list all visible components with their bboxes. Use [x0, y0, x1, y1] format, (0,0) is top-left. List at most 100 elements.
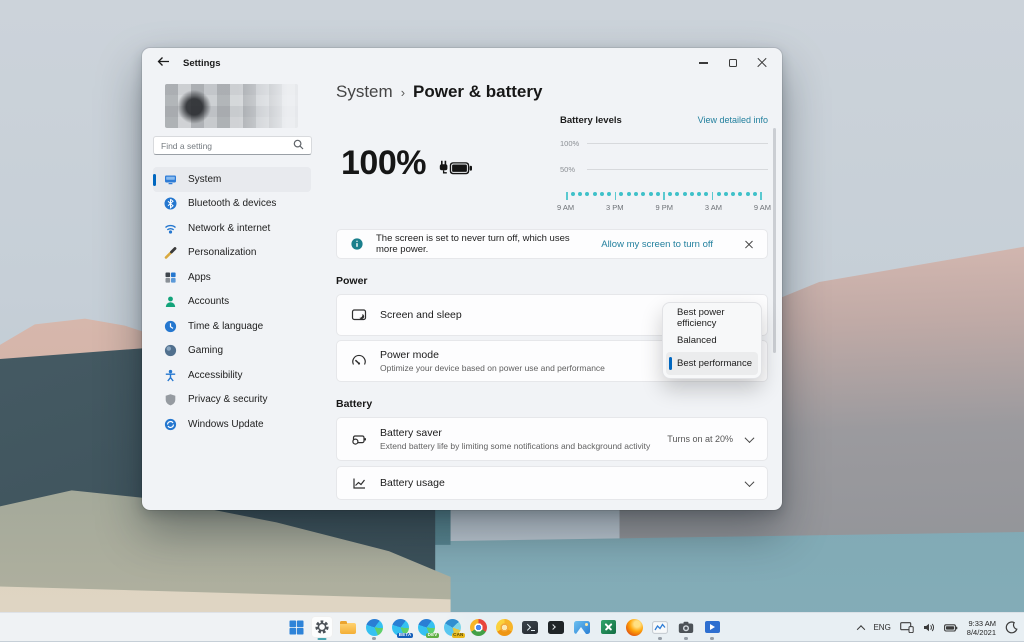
sidebar-item-network[interactable]: Network & internet: [153, 216, 311, 241]
row-battery-saver[interactable]: Battery saver Extend battery life by lim…: [336, 417, 768, 461]
focus-assist-moon-icon[interactable]: [1005, 621, 1018, 634]
sidebar-item-label: System: [188, 173, 222, 185]
banner-text: The screen is set to never turn off, whi…: [376, 233, 570, 255]
gear-icon: [315, 620, 329, 634]
edge-dev-badge: DEV: [426, 632, 439, 638]
tray-date: 8/4/2021: [966, 627, 996, 637]
row-title: Screen and sleep: [380, 309, 462, 321]
sidebar-item-label: Accounts: [188, 296, 230, 308]
sidebar-item-label: Privacy & security: [188, 394, 268, 406]
chrome-canary-icon: [495, 618, 513, 636]
photos-icon: [574, 620, 590, 634]
taskbar-terminal-button[interactable]: [519, 616, 541, 638]
taskbar-chrome-canary-button[interactable]: [493, 616, 515, 638]
back-icon[interactable]: [157, 54, 170, 72]
system-icon: [164, 173, 177, 186]
bluetooth-icon: [164, 197, 177, 210]
firefox-icon: [625, 618, 643, 636]
sidebar-item-time-language[interactable]: Time & language: [153, 314, 311, 339]
titlebar: Settings: [142, 48, 782, 78]
dropdown-option-best-performance[interactable]: Best performance: [666, 352, 758, 375]
sidebar-item-windows-update[interactable]: Windows Update: [153, 412, 311, 437]
taskbar-camera-button[interactable]: [675, 616, 697, 640]
update-icon: [164, 418, 177, 431]
sidebar-item-label: Accessibility: [188, 369, 243, 381]
search-input[interactable]: [161, 140, 293, 151]
page-title: Power & battery: [413, 82, 543, 101]
sidebar-item-bluetooth[interactable]: Bluetooth & devices: [153, 192, 311, 217]
sidebar-item-accessibility[interactable]: Accessibility: [153, 363, 311, 388]
sidebar-item-label: Windows Update: [188, 418, 264, 430]
person-icon: [164, 295, 177, 308]
dropdown-option-best-power-efficiency[interactable]: Best power efficiency: [666, 306, 758, 329]
dropdown-option-balanced[interactable]: Balanced: [666, 329, 758, 352]
taskbar-edge-dev-button[interactable]: DEV: [415, 616, 439, 638]
taskbar-edge-button[interactable]: [363, 616, 385, 640]
taskbar-file-explorer-button[interactable]: [337, 616, 359, 638]
scrollbar-thumb[interactable]: [773, 128, 776, 353]
windows-terminal-icon: [522, 620, 538, 634]
battery-x-axis: 9 AM 3 PM 9 PM 3 AM 9 AM: [557, 203, 771, 212]
breadcrumb-separator: ›: [400, 85, 406, 100]
wifi-icon: [164, 222, 177, 235]
speaker-icon[interactable]: [923, 622, 935, 633]
taskbar-movies-tv-button[interactable]: [701, 616, 723, 640]
taskbar-firefox-button[interactable]: [623, 616, 645, 638]
battery-plugged-icon: [439, 160, 472, 175]
sidebar-item-accounts[interactable]: Accounts: [153, 290, 311, 315]
battery-levels-title: Battery levels: [560, 115, 622, 126]
banner-action-link[interactable]: Allow my screen to turn off: [601, 239, 713, 250]
sidebar-item-apps[interactable]: Apps: [153, 265, 311, 290]
task-manager-icon: [652, 620, 668, 634]
taskbar-task-manager-button[interactable]: [649, 616, 671, 640]
taskbar-settings-button[interactable]: [311, 616, 333, 640]
clock[interactable]: 9:33 AM 8/4/2021: [967, 619, 996, 637]
taskbar-chrome-button[interactable]: [467, 616, 489, 638]
sidebar-nav: System Bluetooth & devices Network & int…: [153, 167, 311, 437]
sidebar-item-privacy[interactable]: Privacy & security: [153, 388, 311, 413]
chevron-down-icon[interactable]: [744, 476, 755, 487]
taskbar-excel-button[interactable]: [597, 616, 619, 638]
maximize-icon[interactable]: [718, 49, 747, 77]
excel-icon: [600, 620, 616, 634]
taskbar-cmd-button[interactable]: [545, 616, 567, 638]
tray-expand-icon[interactable]: [857, 624, 866, 634]
system-tray: ENG 9:33 AM 8/4/2021: [857, 613, 1018, 642]
row-title: Battery usage: [380, 477, 445, 489]
sidebar-item-system[interactable]: System: [153, 167, 311, 192]
battery-tray-icon[interactable]: [943, 623, 958, 632]
search-box[interactable]: [153, 136, 312, 155]
banner-close-icon[interactable]: [744, 240, 753, 249]
power-mode-dropdown: Best power efficiency Balanced Best perf…: [662, 302, 762, 379]
view-detailed-info-link[interactable]: View detailed info: [698, 115, 768, 125]
row-title: Power mode: [380, 348, 439, 361]
taskbar-photos-button[interactable]: [571, 616, 593, 638]
breadcrumb: System › Power & battery: [336, 82, 542, 102]
language-indicator[interactable]: ENG: [873, 623, 890, 632]
sidebar-item-label: Bluetooth & devices: [188, 198, 277, 210]
windows-logo-icon: [289, 620, 303, 634]
sidebar-item-label: Personalization: [188, 247, 257, 259]
gridline-100: 100%: [560, 139, 768, 148]
sidebar-item-gaming[interactable]: Gaming: [153, 339, 311, 364]
display-cast-icon[interactable]: [899, 622, 914, 633]
breadcrumb-parent[interactable]: System: [336, 82, 393, 102]
gridline-50: 50%: [560, 165, 768, 174]
settings-window: Settings System Bluetooth & devices Netw…: [141, 47, 783, 511]
screen-never-off-banner: The screen is set to never turn off, whi…: [336, 229, 768, 259]
row-battery-usage[interactable]: Battery usage: [336, 466, 768, 500]
taskbar: BETA DEV CAN ENG 9:33 AM 8/4/2021: [0, 612, 1024, 641]
row-subtitle: Extend battery life by limiting some not…: [380, 441, 651, 452]
search-icon: [293, 137, 304, 155]
taskbar-edge-beta-button[interactable]: BETA: [389, 616, 413, 638]
minimize-icon[interactable]: [689, 49, 718, 77]
battery-saver-value: Turns on at 20%: [667, 434, 733, 444]
sidebar-item-label: Gaming: [188, 345, 224, 357]
camera-icon: [678, 621, 694, 633]
sidebar-item-personalization[interactable]: Personalization: [153, 241, 311, 266]
taskbar-edge-canary-button[interactable]: CAN: [441, 616, 465, 638]
chevron-down-icon[interactable]: [744, 432, 755, 443]
window-title: Settings: [183, 57, 221, 69]
start-button[interactable]: [285, 616, 307, 638]
close-icon[interactable]: [747, 49, 776, 77]
